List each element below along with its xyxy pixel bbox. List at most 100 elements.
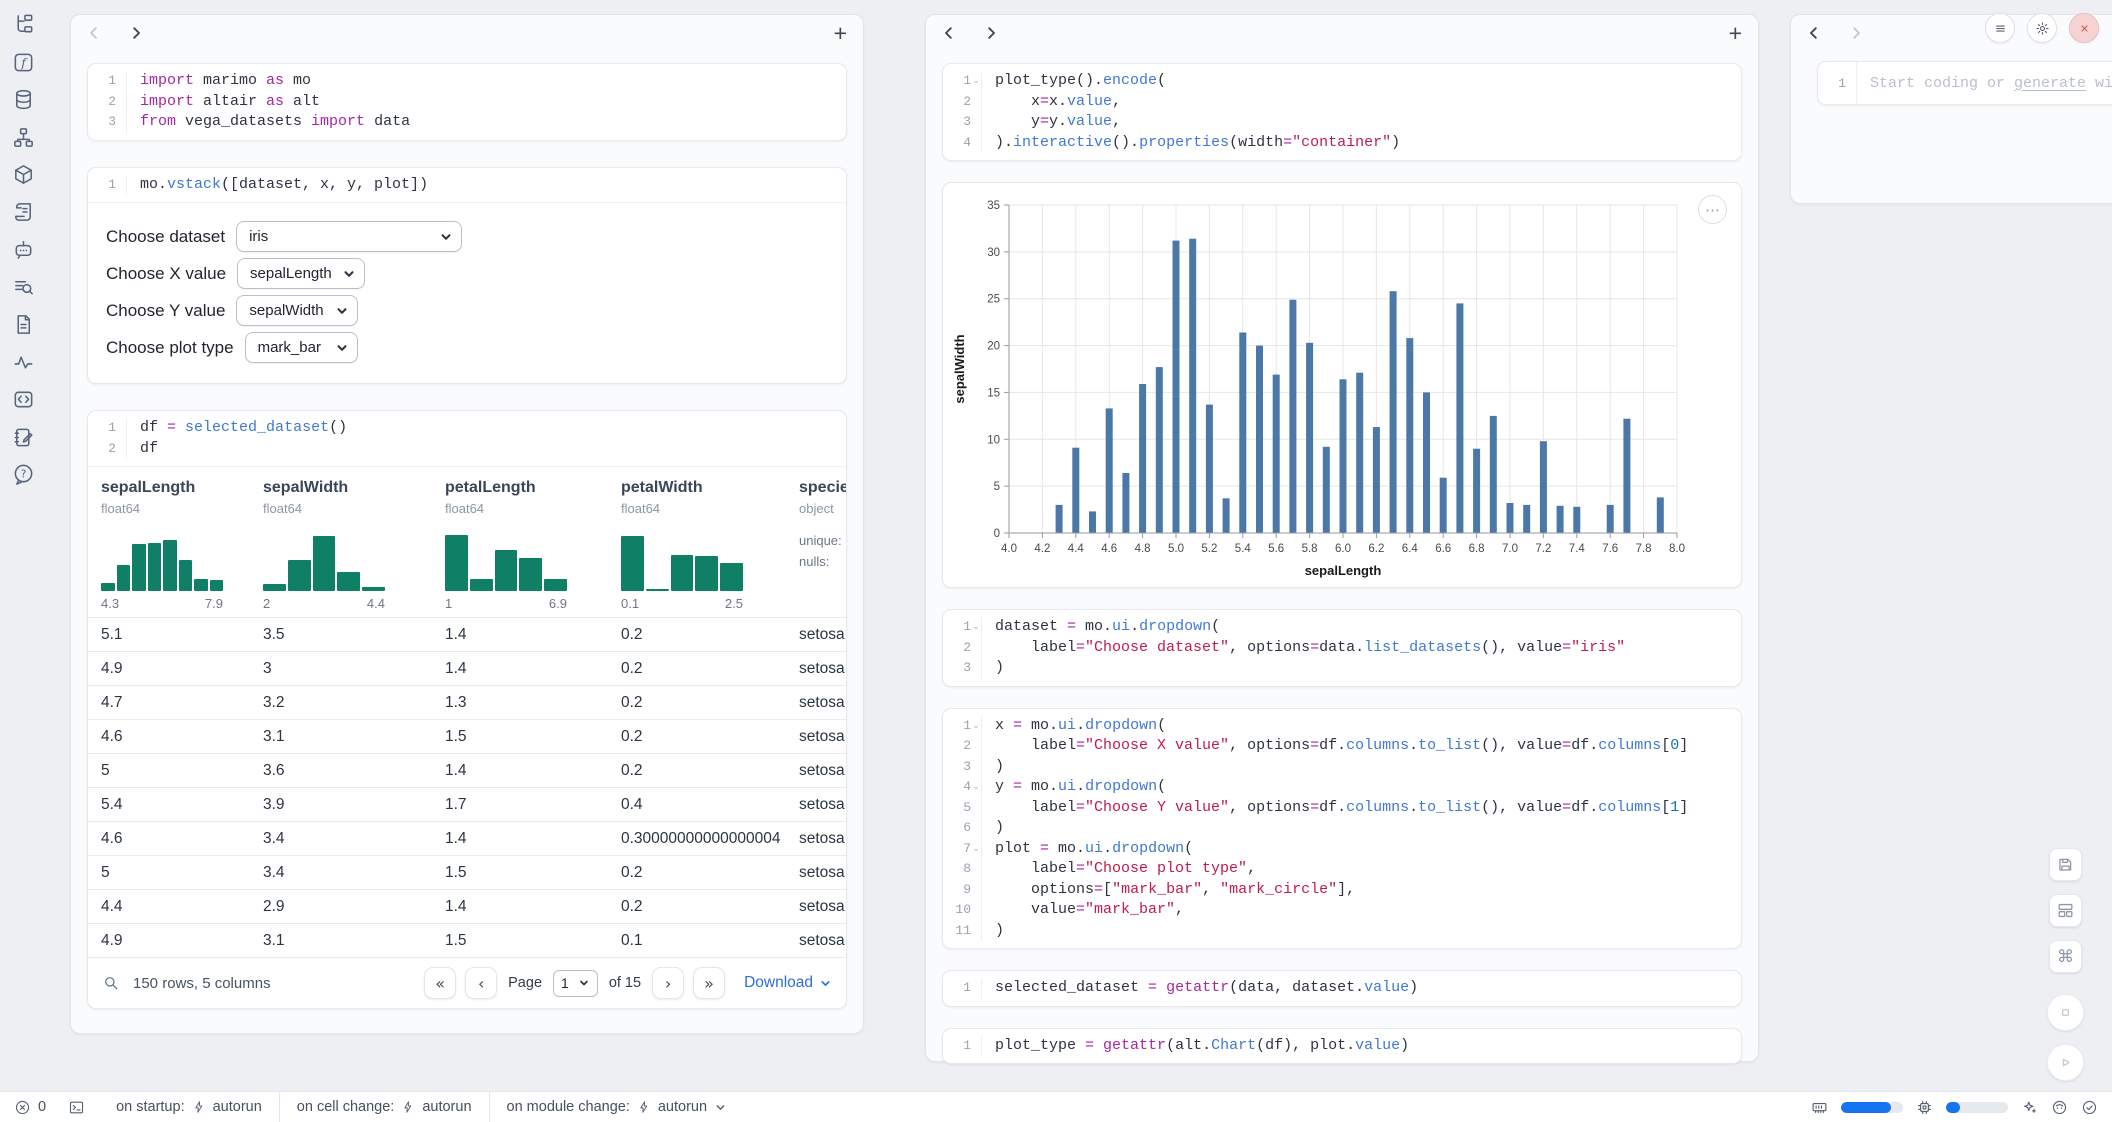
code-line[interactable]: 1mo.vstack([dataset, x, y, plot]) [88,175,846,196]
run-setting-on-cell-change[interactable]: on cell change:autorun [280,1092,490,1122]
keyboard-shortcuts-button[interactable]: ⌘ [2049,940,2082,973]
table-row[interactable]: 5.43.91.70.4setosa [88,787,846,821]
code-line[interactable]: 6) [943,818,1741,839]
code-line[interactable]: 3from vega_datasets import data [88,112,846,133]
add-cell-button[interactable]: + [1729,22,1742,45]
svg-text:35: 35 [987,200,1000,212]
run-setting-on-startup[interactable]: on startup:autorun [99,1092,280,1122]
svg-text:15: 15 [987,387,1000,399]
document-icon[interactable] [12,313,35,336]
errors-indicator[interactable]: 0 [14,1099,46,1116]
table-row[interactable]: 4.63.11.50.2setosa [88,719,846,753]
empty-code-cell[interactable]: 1 Start coding or generate with AI [1817,61,2112,105]
code-line[interactable]: 3) [943,757,1741,778]
file-tree-icon[interactable] [12,13,35,36]
svg-text:4.4: 4.4 [1068,543,1085,555]
layout-button[interactable] [2049,894,2082,927]
run-setting-on-module-change[interactable]: on module change:autorun [490,1092,745,1122]
table-row[interactable]: 5.13.51.40.2setosa [88,617,846,651]
bar-chart[interactable]: 4.04.24.44.64.85.05.25.45.65.86.06.26.46… [951,191,1733,583]
code-line[interactable]: 1⌄x = mo.ui.dropdown( [943,716,1741,737]
save-button[interactable] [2049,848,2082,881]
move-column-right-icon[interactable] [984,26,998,40]
code-line[interactable]: 2df [88,439,846,460]
code-line[interactable]: 3 y=y.value, [943,112,1741,133]
close-icon[interactable] [2069,13,2099,43]
code-line[interactable]: 5 label="Choose Y value", options=df.col… [943,798,1741,819]
page-select[interactable]: 1 [553,970,598,997]
move-column-right-icon[interactable] [129,26,143,40]
code-line[interactable]: 1import marimo as mo [88,71,846,92]
move-column-right-icon[interactable] [1849,26,1863,40]
code-line[interactable]: 1df = selected_dataset() [88,418,846,439]
table-row[interactable]: 4.42.91.40.2setosa [88,889,846,923]
cell-vstack: 1mo.vstack([dataset, x, y, plot]) Choose… [87,167,847,385]
download-button[interactable]: Download [744,974,832,992]
column-header[interactable]: petalLengthfloat6416.9 [432,479,608,611]
copilot-icon[interactable] [2051,1099,2068,1116]
bar [1440,478,1447,533]
gear-icon[interactable] [2027,13,2057,43]
generate-with-ai-link[interactable]: generate [2014,75,2086,92]
choose-plot-type-select[interactable]: mark_bar [245,332,358,363]
menu-icon[interactable] [1985,13,2015,43]
column-header[interactable]: speciesobjectunique:nulls: [786,479,846,611]
table-row[interactable]: 4.93.11.50.1setosa [88,923,846,957]
code-line[interactable]: 1selected_dataset = getattr(data, datase… [943,978,1741,999]
code-line[interactable]: 4⌄y = mo.ui.dropdown( [943,777,1741,798]
table-row[interactable]: 4.63.41.40.30000000000000004setosa [88,821,846,855]
first-page-button[interactable]: « [424,967,456,999]
chart-actions-button[interactable]: ⋯ [1698,195,1727,224]
table-row[interactable]: 4.73.21.30.2setosa [88,685,846,719]
column-histogram [263,529,385,591]
move-column-left-icon[interactable] [942,26,956,40]
column-header[interactable]: petalWidthfloat640.12.5 [608,479,786,611]
code-line[interactable]: 2 label="Choose X value", options=df.col… [943,736,1741,757]
script-icon[interactable] [12,201,35,224]
table-row[interactable]: 4.931.40.2setosa [88,651,846,685]
choose-x-value-select[interactable]: sepalLength [237,258,365,289]
code-line[interactable]: 3) [943,658,1741,679]
code-line[interactable]: 4).interactive().properties(width="conta… [943,133,1741,154]
code-line[interactable]: 1plot_type = getattr(alt.Chart(df), plot… [943,1036,1741,1057]
code-line[interactable]: 2import altair as alt [88,92,846,113]
ai-sparkles-icon[interactable] [2021,1099,2038,1116]
package-icon[interactable] [12,163,35,186]
choose-y-value-select[interactable]: sepalWidth [236,295,358,326]
connection-status-icon[interactable] [2081,1099,2098,1116]
table-row[interactable]: 53.41.50.2setosa [88,855,846,889]
svg-text:7.6: 7.6 [1602,543,1618,555]
code-line[interactable]: 9 options=["mark_bar", "mark_circle"], [943,880,1741,901]
move-column-left-icon[interactable] [87,26,101,40]
table-row[interactable]: 53.61.40.2setosa [88,753,846,787]
activity-icon[interactable] [12,351,35,374]
help-icon[interactable]: ? [12,463,35,486]
schema-icon[interactable] [12,126,35,149]
scratchpad-icon[interactable] [12,426,35,449]
next-page-button[interactable]: › [652,967,684,999]
code-line[interactable]: 8 label="Choose plot type", [943,859,1741,880]
log-search-icon[interactable] [12,276,35,299]
chat-bot-icon[interactable] [12,238,35,261]
choose-dataset-select[interactable]: iris [236,221,462,252]
code-line[interactable]: 2 label="Choose dataset", options=data.l… [943,638,1741,659]
column-header[interactable]: sepalWidthfloat6424.4 [250,479,432,611]
database-icon[interactable] [12,88,35,111]
code-line[interactable]: 7⌄plot = mo.ui.dropdown( [943,839,1741,860]
snippets-icon[interactable] [12,388,35,411]
code-line[interactable]: 10 value="mark_bar", [943,900,1741,921]
code-line[interactable]: 11) [943,921,1741,942]
last-page-button[interactable]: » [693,967,725,999]
prev-page-button[interactable]: ‹ [465,967,497,999]
function-icon[interactable]: f [12,51,35,74]
code-line[interactable]: 2 x=x.value, [943,92,1741,113]
code-line[interactable]: 1⌄plot_type().encode( [943,71,1741,92]
stop-button[interactable] [2047,994,2084,1031]
run-button[interactable] [2047,1044,2084,1081]
terminal-icon[interactable] [68,1099,85,1116]
code-line[interactable]: 1⌄dataset = mo.ui.dropdown( [943,617,1741,638]
search-icon[interactable] [102,974,120,992]
move-column-left-icon[interactable] [1807,26,1821,40]
add-cell-button[interactable]: + [834,22,847,45]
column-header[interactable]: sepalLengthfloat644.37.9 [88,479,250,611]
